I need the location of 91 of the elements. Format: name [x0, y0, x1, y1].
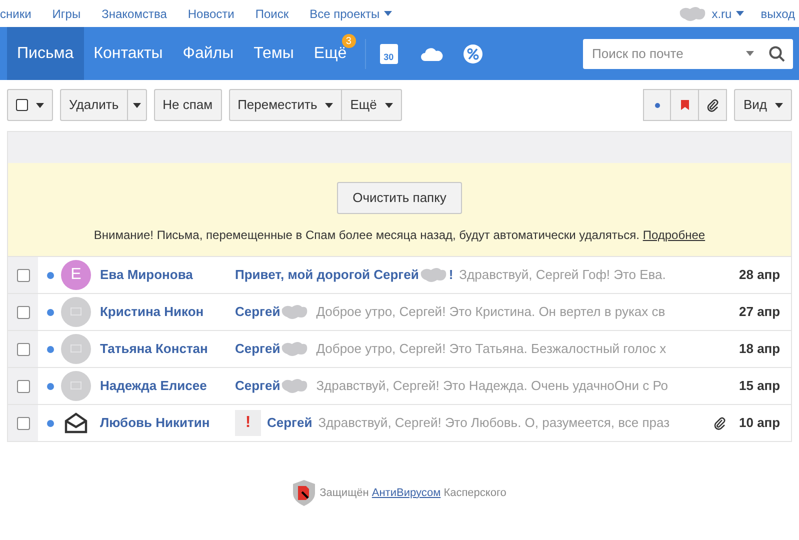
message-snippet: Здравствуй, Сергей! Это Надежда. Очень удачноОни с Ро	[316, 377, 670, 396]
top-link[interactable]: Новости	[188, 4, 234, 22]
top-link[interactable]: сники	[0, 4, 32, 22]
sender-name: Ева Миронова	[100, 266, 194, 284]
sender-name: Кристина Никон	[100, 303, 205, 322]
top-link[interactable]: Все проекты	[310, 4, 392, 22]
delete-options-button[interactable]	[128, 89, 147, 121]
discount-icon[interactable]	[462, 44, 483, 64]
bookmark-icon	[680, 100, 689, 110]
sender-name: Татьяна Констан	[100, 340, 209, 358]
dot-icon	[654, 102, 660, 108]
message-snippet: Здравствуй, Сергей! Это Любовь. О, разумеется, все праз	[318, 414, 671, 432]
subject-end: !	[448, 266, 454, 284]
cloud-icon[interactable]	[420, 46, 443, 60]
message-date: 10 апр	[738, 414, 782, 432]
avatar-letter: Е	[70, 265, 82, 285]
nav-tab[interactable]: Письма	[7, 27, 84, 80]
nav-tab[interactable]: Контакты	[84, 27, 173, 80]
nav-tab[interactable]: Темы	[244, 27, 304, 80]
paperclip-icon	[714, 416, 726, 430]
unread-dot-icon[interactable]	[46, 308, 54, 316]
blurred-text-icon	[418, 266, 449, 284]
message-date: 15 апр	[738, 377, 782, 396]
unread-dot-icon[interactable]	[46, 420, 54, 426]
search-bar[interactable]: Поиск по почте	[583, 38, 793, 68]
subject: Привет, мой дорогой Сергей	[235, 266, 419, 284]
caret-icon	[132, 102, 141, 108]
message-row[interactable]: Любовь Никитин ! Сергей Здравствуй, Сергей! Это Любовь. О, разумеется, все праз 10 апр	[8, 404, 791, 441]
footer-text: Защищён АнтиВирусом Касперского	[320, 486, 506, 501]
avatar-placeholder-icon	[61, 371, 91, 401]
move-button[interactable]: Переместить	[228, 89, 342, 121]
account-email[interactable]: x.ru	[678, 4, 744, 22]
unread-dot-icon[interactable]	[46, 272, 54, 278]
more-link[interactable]: Подробнее	[642, 228, 706, 242]
antivirus-link[interactable]: АнтиВирусом	[372, 486, 441, 499]
blurred-text-icon	[678, 4, 708, 22]
checkbox[interactable]	[16, 416, 30, 430]
search-field[interactable]: Поиск по почте	[592, 44, 746, 64]
avatar-placeholder-icon	[61, 297, 91, 327]
checkbox[interactable]	[16, 268, 30, 282]
message-snippet: Доброе утро, Сергей! Это Кристина. Он вертел в руках св	[316, 303, 666, 322]
not-spam-button[interactable]: Не спам	[154, 89, 222, 121]
caret-icon	[325, 102, 334, 108]
caret-icon	[36, 102, 44, 108]
checkbox[interactable]	[16, 306, 30, 318]
select-all-button[interactable]	[7, 89, 53, 121]
nav-tab[interactable]: Файлы	[172, 27, 244, 80]
message-date: 27 апр	[738, 303, 782, 322]
logout-link[interactable]: выход	[760, 4, 795, 22]
envelope-icon	[64, 412, 88, 434]
more-button[interactable]: Ещё	[342, 89, 402, 121]
message-snippet: Доброе утро, Сергей! Это Татьяна. Безжалостный голос х	[316, 340, 668, 358]
sender-name: Любовь Никитин	[100, 414, 211, 432]
caret-icon	[384, 102, 393, 108]
paperclip-icon	[706, 98, 719, 112]
subject: Сергей	[267, 414, 312, 432]
unread-dot-icon[interactable]	[46, 382, 54, 390]
checkbox[interactable]	[16, 342, 30, 356]
avatar-placeholder-icon	[61, 334, 91, 364]
message-snippet: Здравствуй, Сергей Гоф! Это Ева.	[459, 266, 667, 284]
message-date: 28 апр	[738, 266, 782, 284]
unread-dot-icon[interactable]	[46, 346, 54, 352]
important-mark: !	[235, 410, 261, 436]
caret-icon	[775, 102, 783, 108]
message-row[interactable]: Кристина Никон Сергей Доброе утро, Сергей! Это Кристина. Он вертел в руках св 27 апр	[8, 293, 791, 330]
nav-tab[interactable]: Ещё 3	[304, 27, 357, 80]
delete-button[interactable]: Удалить	[60, 89, 128, 121]
notification-badge: 3	[342, 34, 356, 48]
top-link[interactable]: Знакомства	[102, 4, 167, 22]
attachment-filter-button[interactable]	[699, 89, 728, 121]
search-icon[interactable]	[769, 46, 785, 62]
top-link[interactable]: Игры	[52, 4, 81, 22]
top-link[interactable]: Поиск	[255, 4, 289, 22]
caret-icon	[736, 11, 744, 16]
message-row[interactable]: Татьяна Констан Сергей Доброе утро, Сергей! Это Татьяна. Безжалостный голос х 18 апр	[8, 330, 791, 367]
flag-filter-button[interactable]	[671, 89, 700, 121]
caret-icon	[746, 51, 754, 56]
shield-icon	[292, 480, 315, 506]
unread-filter-button[interactable]	[643, 89, 672, 121]
calendar-icon[interactable]: 30	[380, 44, 398, 64]
subject: Сергей	[235, 377, 280, 396]
sender-name: Надежда Елисее	[100, 377, 208, 396]
message-row[interactable]: Надежда Елисее Сергей Здравствуй, Сергей! Это Надежда. Очень удачноОни с Ро 15 апр	[8, 367, 791, 404]
view-button[interactable]: Вид	[734, 89, 792, 121]
message-date: 18 апр	[738, 340, 782, 358]
checkbox[interactable]	[16, 380, 30, 392]
subject: Сергей	[235, 303, 280, 322]
clear-folder-button[interactable]: Очистить папку	[336, 182, 462, 214]
notice-text: Внимание! Письма, перемещенные в Спам более месяца назад, будут автоматически удаляться. Подробнее	[94, 227, 706, 244]
subject: Сергей	[235, 340, 280, 358]
message-row[interactable]: Е Ева Миронова Привет, мой дорогой Сергей ! Здравствуй, Сергей Гоф! Это Ева. 28 апр	[8, 256, 791, 293]
